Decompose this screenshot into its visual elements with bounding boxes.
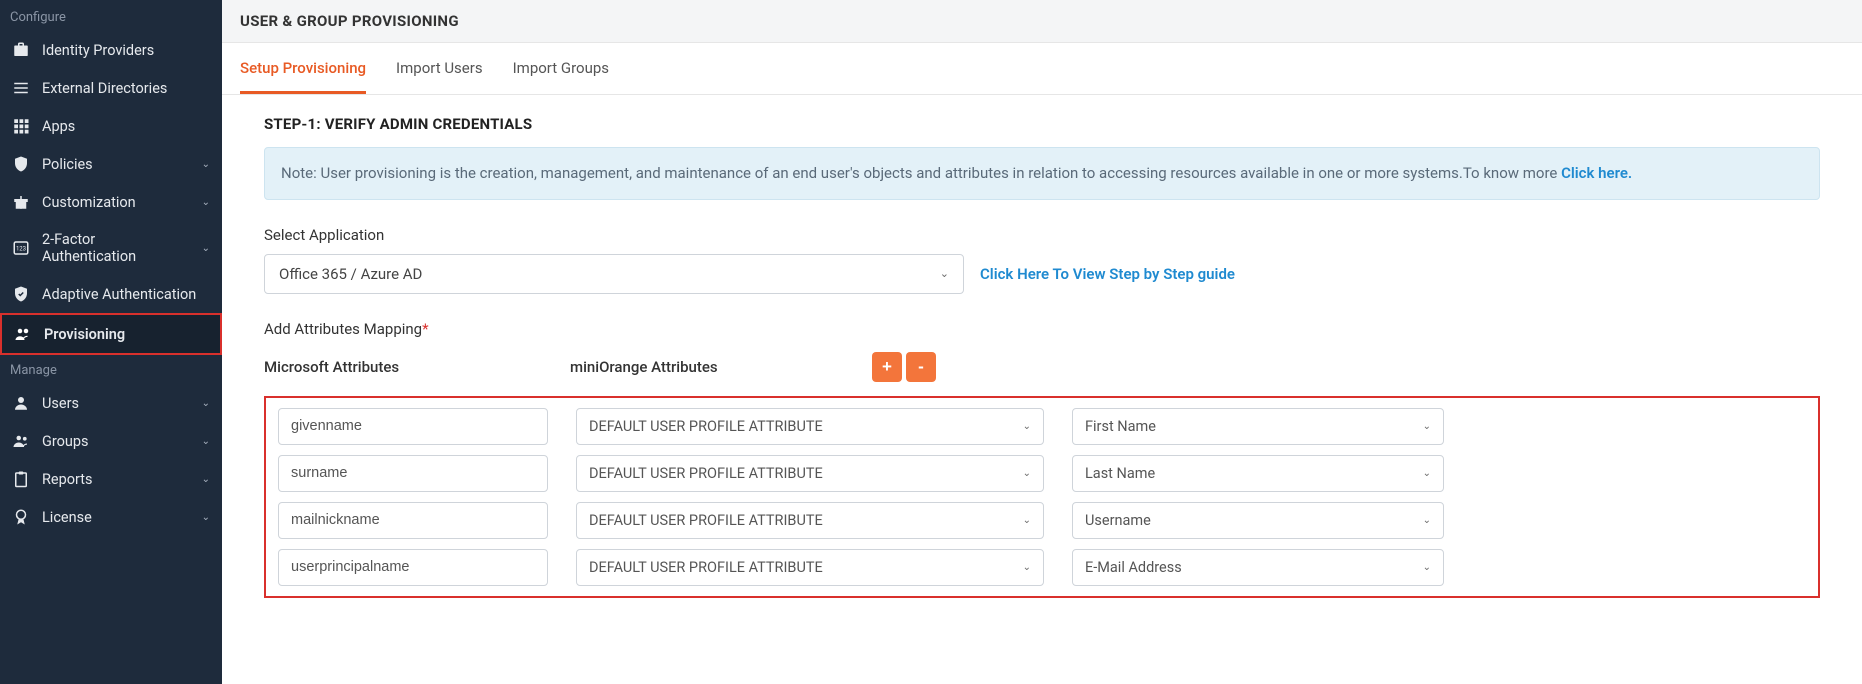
chevron-down-icon: ⌄ [202, 512, 210, 523]
tab-content: STEP-1: VERIFY ADMIN CREDENTIALS Note: U… [222, 95, 1862, 618]
sidebar-item-label: External Directories [42, 80, 210, 97]
sidebar-item-identity-providers[interactable]: Identity Providers [0, 31, 222, 69]
people-sync-icon [14, 325, 32, 343]
remove-mapping-button[interactable]: - [906, 352, 936, 382]
shield-check-icon [12, 285, 30, 303]
sidebar-item-label: Customization [42, 194, 190, 211]
keypad-icon: 123 [12, 239, 30, 257]
chevron-down-icon: ⌄ [1423, 515, 1431, 526]
attribute-type-select[interactable]: DEFAULT USER PROFILE ATTRIBUTE ⌄ [576, 549, 1044, 586]
chevron-down-icon: ⌄ [202, 243, 210, 254]
tab-import-users[interactable]: Import Users [396, 43, 483, 94]
mapping-header: Microsoft Attributes miniOrange Attribut… [264, 352, 1820, 382]
clipboard-icon [12, 470, 30, 488]
select-application-label: Select Application [264, 226, 1820, 244]
microsoft-attribute-input[interactable] [278, 455, 548, 492]
chevron-down-icon: ⌄ [1423, 468, 1431, 479]
sidebar-section-configure: Configure [0, 2, 222, 31]
mapping-row: DEFAULT USER PROFILE ATTRIBUTE ⌄ Last Na… [278, 455, 1806, 492]
chevron-down-icon: ⌄ [1023, 562, 1031, 573]
chevron-down-icon: ⌄ [202, 474, 210, 485]
miniorange-attribute-select[interactable]: Last Name ⌄ [1072, 455, 1444, 492]
attribute-type-select[interactable]: DEFAULT USER PROFILE ATTRIBUTE ⌄ [576, 408, 1044, 445]
chevron-down-icon: ⌄ [202, 436, 210, 447]
svg-text:123: 123 [16, 245, 26, 252]
miniorange-attribute-select[interactable]: E-Mail Address ⌄ [1072, 549, 1444, 586]
mapping-row: DEFAULT USER PROFILE ATTRIBUTE ⌄ Usernam… [278, 502, 1806, 539]
gift-icon [12, 193, 30, 211]
sidebar-item-license[interactable]: License ⌄ [0, 498, 222, 536]
chevron-down-icon: ⌄ [1023, 515, 1031, 526]
sidebar-item-label: Apps [42, 118, 210, 135]
info-note: Note: User provisioning is the creation,… [264, 147, 1820, 200]
tab-setup-provisioning[interactable]: Setup Provisioning [240, 43, 366, 94]
sidebar-item-label: License [42, 509, 190, 526]
select-application-value: Office 365 / Azure AD [279, 265, 422, 283]
group-icon [12, 432, 30, 450]
microsoft-attribute-input[interactable] [278, 549, 548, 586]
briefcase-icon [12, 41, 30, 59]
microsoft-attribute-input[interactable] [278, 408, 548, 445]
sidebar-item-label: Users [42, 395, 190, 412]
tab-import-groups[interactable]: Import Groups [513, 43, 609, 94]
grid-icon [12, 117, 30, 135]
sidebar-item-label: Provisioning [44, 326, 208, 343]
sidebar-item-label: Reports [42, 471, 190, 488]
sidebar-item-two-factor[interactable]: 123 2-Factor Authentication ⌄ [0, 221, 222, 275]
chevron-down-icon: ⌄ [1023, 468, 1031, 479]
sidebar-item-provisioning[interactable]: Provisioning [0, 313, 222, 355]
sidebar-item-policies[interactable]: Policies ⌄ [0, 145, 222, 183]
note-text: Note: User provisioning is the creation,… [281, 164, 1561, 182]
sidebar-item-label: Policies [42, 156, 190, 173]
sidebar: Configure Identity Providers External Di… [0, 0, 222, 684]
badge-icon [12, 508, 30, 526]
sidebar-item-groups[interactable]: Groups ⌄ [0, 422, 222, 460]
sidebar-item-apps[interactable]: Apps [0, 107, 222, 145]
shield-icon [12, 155, 30, 173]
sidebar-item-users[interactable]: Users ⌄ [0, 384, 222, 422]
sidebar-item-external-directories[interactable]: External Directories [0, 69, 222, 107]
sidebar-item-customization[interactable]: Customization ⌄ [0, 183, 222, 221]
page-title: USER & GROUP PROVISIONING [222, 0, 1862, 43]
chevron-down-icon: ⌄ [202, 398, 210, 409]
main-panel: USER & GROUP PROVISIONING Setup Provisio… [222, 0, 1862, 684]
attribute-type-select[interactable]: DEFAULT USER PROFILE ATTRIBUTE ⌄ [576, 502, 1044, 539]
user-icon [12, 394, 30, 412]
miniorange-attribute-select[interactable]: Username ⌄ [1072, 502, 1444, 539]
step-title: STEP-1: VERIFY ADMIN CREDENTIALS [264, 115, 1820, 133]
chevron-down-icon: ⌄ [202, 159, 210, 170]
microsoft-attribute-input[interactable] [278, 502, 548, 539]
select-application-dropdown[interactable]: Office 365 / Azure AD ⌄ [264, 254, 964, 294]
sidebar-section-manage: Manage [0, 355, 222, 384]
add-mapping-button[interactable]: + [872, 352, 902, 382]
sidebar-item-label: Groups [42, 433, 190, 450]
sidebar-item-reports[interactable]: Reports ⌄ [0, 460, 222, 498]
add-attributes-mapping-label: Add Attributes Mapping* [264, 320, 1820, 338]
miniorange-attribute-select[interactable]: First Name ⌄ [1072, 408, 1444, 445]
chevron-down-icon: ⌄ [1423, 562, 1431, 573]
sidebar-item-label: 2-Factor Authentication [42, 231, 190, 265]
sidebar-item-label: Adaptive Authentication [42, 286, 210, 303]
mapping-row: DEFAULT USER PROFILE ATTRIBUTE ⌄ First N… [278, 408, 1806, 445]
chevron-down-icon: ⌄ [1023, 421, 1031, 432]
mapping-table: DEFAULT USER PROFILE ATTRIBUTE ⌄ First N… [264, 396, 1820, 598]
chevron-down-icon: ⌄ [940, 267, 949, 280]
note-link[interactable]: Click here. [1561, 164, 1632, 182]
chevron-down-icon: ⌄ [1423, 421, 1431, 432]
col-header-microsoft: Microsoft Attributes [264, 358, 570, 376]
sidebar-item-adaptive-auth[interactable]: Adaptive Authentication [0, 275, 222, 313]
chevron-down-icon: ⌄ [202, 197, 210, 208]
col-header-miniorange: miniOrange Attributes [570, 358, 872, 376]
step-by-step-guide-link[interactable]: Click Here To View Step by Step guide [980, 265, 1235, 283]
tabs: Setup Provisioning Import Users Import G… [222, 43, 1862, 95]
mapping-row: DEFAULT USER PROFILE ATTRIBUTE ⌄ E-Mail … [278, 549, 1806, 586]
attribute-type-select[interactable]: DEFAULT USER PROFILE ATTRIBUTE ⌄ [576, 455, 1044, 492]
list-icon [12, 79, 30, 97]
sidebar-item-label: Identity Providers [42, 42, 210, 59]
